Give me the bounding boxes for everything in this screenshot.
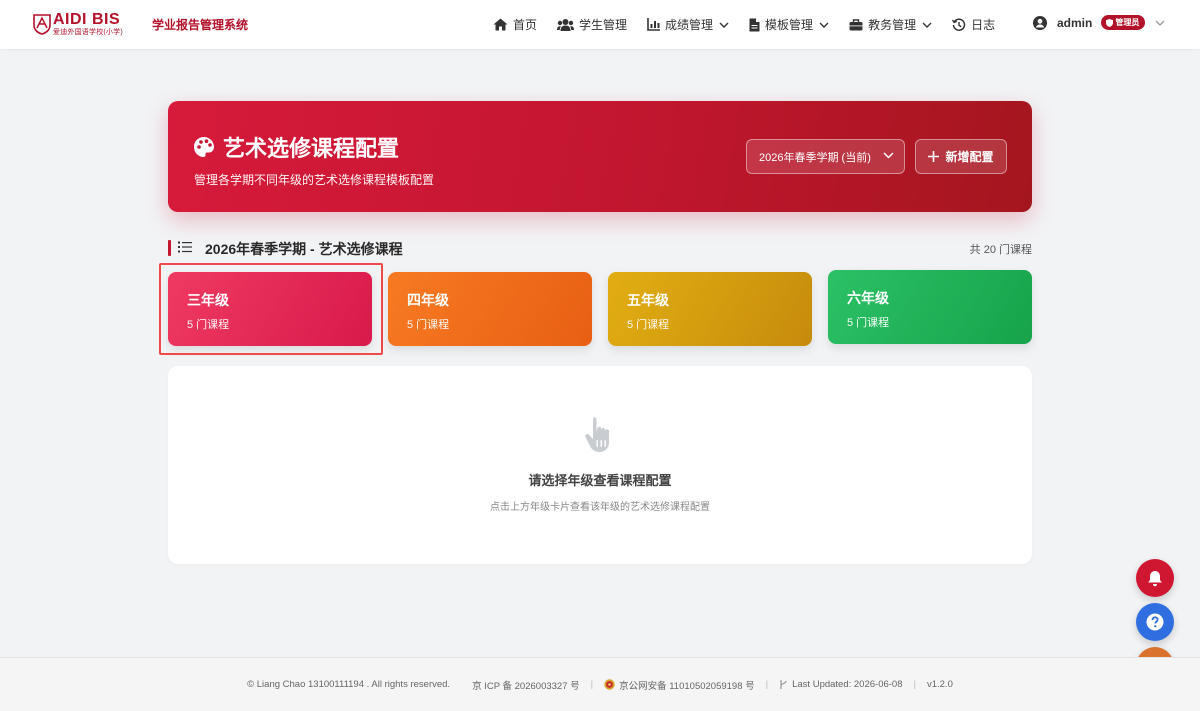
page-title: 艺术选修课程配置 (193, 131, 399, 163)
nav-item-label: 成绩管理 (665, 18, 714, 32)
grade-course-count: 5 门课程 (187, 319, 230, 331)
grade-course-count: 5 门课程 (627, 319, 670, 331)
grade-name: 四年级 (407, 292, 449, 308)
grade-card-3[interactable]: 三年级 5 门课程 (168, 272, 372, 346)
nav-item-home[interactable]: 首页 (493, 16, 537, 33)
grade-card-5[interactable]: 五年级 5 门课程 (608, 272, 812, 346)
nav-item-logs[interactable]: 日志 (952, 16, 995, 33)
footer: © Liang Chao 13100111194 . All rights re… (0, 657, 1200, 711)
empty-state-panel: 请选择年级查看课程配置 点击上方年级卡片查看该年级的艺术选修课程配置 (168, 366, 1032, 564)
brand-name: AIDI BIS (53, 11, 121, 28)
hero-banner: 艺术选修课程配置 管理各学期不同年级的艺术选修课程模板配置 2026年春季学期 … (168, 101, 1032, 212)
chevron-down-icon (883, 152, 894, 159)
footer-updated: Last Updated: 2026-06-08 (779, 679, 903, 690)
history-icon (952, 17, 966, 31)
role-label: 管理员 (1115, 18, 1140, 27)
chevron-down-icon (819, 22, 829, 28)
nav-item-academic[interactable]: 教务管理 (849, 16, 932, 33)
brand-logo[interactable]: AIDI BIS 爱迪外国语学校(小学) (33, 12, 123, 36)
grade-name: 五年级 (627, 292, 669, 308)
bell-icon (1148, 570, 1162, 586)
nav-item-label: 模板管理 (765, 18, 814, 32)
nav-item-label: 首页 (513, 18, 538, 32)
police-badge-icon (604, 679, 615, 690)
top-navbar: AIDI BIS 爱迪外国语学校(小学) 学业报告管理系统 首页 学生管理 成绩… (0, 0, 1200, 49)
role-badge: 管理员 (1101, 15, 1146, 30)
git-branch-icon (780, 680, 787, 689)
chevron-down-icon (1155, 20, 1165, 26)
brand-subtitle: 爱迪外国语学校(小学) (53, 29, 123, 36)
term-select[interactable]: 2026年春季学期 (当前) (746, 139, 905, 174)
nav-item-grades[interactable]: 成绩管理 (647, 16, 729, 33)
empty-state-title: 请选择年级查看课程配置 (528, 473, 672, 488)
chevron-down-icon (922, 22, 932, 28)
notifications-button[interactable] (1136, 559, 1174, 597)
term-select-value: 2026年春季学期 (当前) (759, 151, 871, 164)
plus-icon (928, 151, 940, 162)
list-icon (178, 241, 192, 253)
nav-item-label: 学生管理 (579, 18, 628, 32)
grade-name: 六年级 (847, 290, 889, 306)
grade-course-count: 5 门课程 (407, 319, 450, 331)
chevron-down-icon (719, 22, 729, 28)
grade-card-6[interactable]: 六年级 5 门课程 (828, 270, 1032, 344)
nav-item-templates[interactable]: 模板管理 (749, 16, 829, 33)
section-header: 2026年春季学期 - 艺术选修课程 共 20 门课程 (168, 239, 1032, 257)
footer-police-text: 京公网安备 11010502059198 号 (619, 680, 755, 692)
school-crest-icon (33, 14, 51, 35)
home-icon (493, 18, 508, 31)
users-icon (557, 19, 575, 31)
grade-card-4[interactable]: 四年级 5 门课程 (388, 272, 592, 346)
footer-divider: | (590, 679, 594, 690)
briefcase-icon (849, 18, 863, 30)
footer-divider: | (765, 679, 769, 690)
shield-icon (1106, 18, 1114, 27)
username: admin (1057, 15, 1093, 30)
nav-item-students[interactable]: 学生管理 (557, 16, 627, 33)
footer-version: v1.2.0 (926, 679, 953, 690)
grade-name: 三年级 (187, 292, 229, 308)
course-count: 共 20 门课程 (969, 244, 1032, 256)
footer-divider: | (913, 679, 916, 690)
footer-updated-text: Last Updated: 2026-06-08 (792, 679, 903, 690)
empty-state-subtitle: 点击上方年级卡片查看该年级的艺术选修课程配置 (490, 502, 710, 513)
section-title: 2026年春季学期 - 艺术选修课程 (205, 241, 403, 257)
question-circle-icon (1146, 613, 1164, 631)
hero-subtitle: 管理各学期不同年级的艺术选修课程模板配置 (194, 173, 435, 187)
system-title: 学业报告管理系统 (152, 18, 249, 32)
main-nav: 首页 学生管理 成绩管理 模板管理 教务管理 日志 (493, 0, 1015, 49)
footer-copyright: © Liang Chao 13100111194 . All rights re… (247, 679, 451, 690)
file-icon (749, 18, 760, 31)
nav-item-label: 教务管理 (868, 18, 917, 32)
hero-title-text: 艺术选修课程配置 (223, 136, 400, 161)
hand-pointer-icon (585, 417, 610, 452)
add-config-label: 新增配置 (945, 150, 994, 164)
grade-course-count: 5 门课程 (847, 317, 890, 329)
user-avatar-icon (1033, 15, 1047, 30)
palette-icon (194, 137, 214, 157)
section-accent-bar (168, 240, 171, 256)
footer-police[interactable]: 京公网安备 11010502059198 号 (604, 678, 755, 692)
nav-item-label: 日志 (971, 18, 996, 32)
chart-icon (647, 18, 661, 31)
help-button[interactable] (1136, 603, 1174, 641)
add-config-button[interactable]: 新增配置 (915, 139, 1007, 174)
footer-icp-link[interactable]: 京 ICP 备 2026003327 号 (472, 678, 580, 692)
user-menu[interactable]: admin 管理员 (1033, 15, 1165, 30)
